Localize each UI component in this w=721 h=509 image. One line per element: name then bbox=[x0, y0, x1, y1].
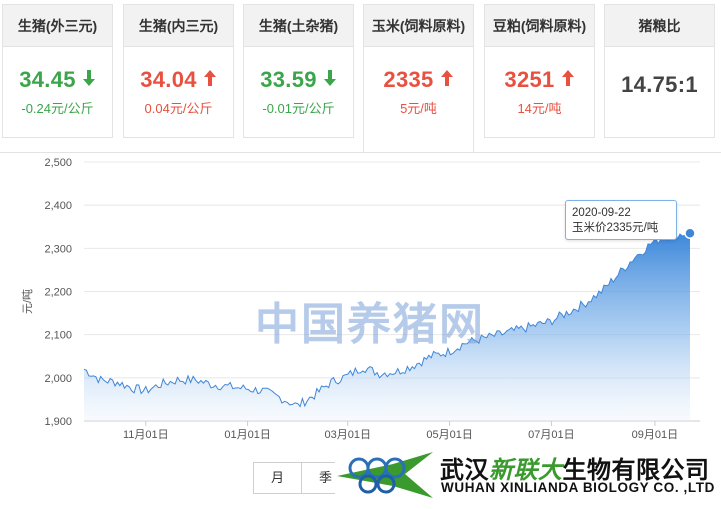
arrow-down-icon bbox=[323, 66, 337, 94]
card-value: 34.04 bbox=[124, 66, 233, 94]
y-tick-label: 1,900 bbox=[44, 416, 72, 428]
card-value-number: 14.75:1 bbox=[621, 72, 698, 97]
card-change: 14元/吨 bbox=[517, 101, 562, 116]
arrow-up-icon bbox=[203, 66, 217, 94]
card-value-number: 3251 bbox=[504, 67, 555, 92]
card-title: 生猪(内三元) bbox=[124, 5, 233, 47]
card-value-number: 34.04 bbox=[140, 67, 197, 92]
y-tick-label: 2,000 bbox=[44, 373, 72, 385]
card-change: -0.24元/公斤 bbox=[21, 101, 94, 116]
card-value: 34.45 bbox=[3, 66, 112, 94]
x-tick-label: 09月01日 bbox=[632, 429, 678, 441]
card-change: 0.04元/公斤 bbox=[144, 101, 213, 116]
data-point bbox=[684, 227, 696, 239]
y-tick-label: 2,500 bbox=[44, 157, 72, 169]
price-cards: 生猪(外三元) 34.45 -0.24元/公斤 生猪(内三元) 34.04 0.04元/… bbox=[0, 0, 721, 153]
card-value-number: 33.59 bbox=[260, 67, 317, 92]
x-tick-label: 07月01日 bbox=[528, 429, 574, 441]
x-tick-label: 11月01日 bbox=[123, 429, 169, 441]
x-tick-label: 05月01日 bbox=[426, 429, 472, 441]
arrow-down-icon bbox=[82, 66, 96, 94]
price-card[interactable]: 豆粕(饲料原料) 3251 14元/吨 bbox=[484, 4, 595, 138]
company-logo-icon bbox=[337, 452, 433, 498]
price-dashboard: 生猪(外三元) 34.45 -0.24元/公斤 生猪(内三元) 34.04 0.04元/… bbox=[0, 0, 721, 509]
card-title: 生猪(外三元) bbox=[3, 5, 112, 47]
card-change: 5元/吨 bbox=[400, 101, 437, 116]
tooltip-value: 玉米价2335元/吨 bbox=[572, 222, 659, 234]
price-card[interactable]: 生猪(内三元) 34.04 0.04元/公斤 bbox=[123, 4, 234, 138]
arrow-up-icon bbox=[440, 66, 454, 94]
card-value-number: 34.45 bbox=[19, 67, 76, 92]
y-tick-label: 2,400 bbox=[44, 200, 72, 212]
card-title: 生猪(土杂猪) bbox=[244, 5, 353, 47]
price-card[interactable]: 玉米(饲料原料) 2335 5元/吨 bbox=[363, 4, 474, 153]
card-title: 猪粮比 bbox=[605, 5, 714, 47]
card-change: -0.01元/公斤 bbox=[262, 101, 335, 116]
y-axis-label: 元/吨 bbox=[21, 289, 34, 314]
x-tick-label: 01月01日 bbox=[224, 429, 270, 441]
card-title: 玉米(饲料原料) bbox=[364, 5, 473, 47]
tab-month[interactable]: 月 bbox=[253, 462, 302, 494]
y-tick-label: 2,200 bbox=[44, 287, 72, 299]
watermark: 中国养猪网 bbox=[255, 299, 485, 350]
card-title: 豆粕(饲料原料) bbox=[485, 5, 594, 47]
price-card[interactable]: 生猪(外三元) 34.45 -0.24元/公斤 bbox=[2, 4, 113, 138]
card-value: 2335 bbox=[364, 66, 473, 94]
card-value: 3251 bbox=[485, 66, 594, 94]
tooltip-date: 2020-09-22 bbox=[572, 207, 631, 219]
company-name-en: WUHAN XINLIANDA BIOLOGY CO. ,LTD bbox=[441, 480, 715, 495]
arrow-up-icon bbox=[561, 66, 575, 94]
x-tick-label: 03月01日 bbox=[325, 429, 371, 441]
card-value-number: 2335 bbox=[383, 67, 434, 92]
y-tick-label: 2,300 bbox=[44, 243, 72, 255]
card-value: 14.75:1 bbox=[605, 71, 714, 99]
card-value: 33.59 bbox=[244, 66, 353, 94]
price-card[interactable]: 猪粮比 14.75:1 bbox=[604, 4, 715, 138]
chart-tooltip: 2020-09-22 玉米价2335元/吨 bbox=[565, 200, 677, 240]
y-tick-label: 2,100 bbox=[44, 330, 72, 342]
company-logo: 武汉新联大生物有限公司 WUHAN XINLIANDA BIOLOGY CO. … bbox=[335, 446, 721, 508]
price-card[interactable]: 生猪(土杂猪) 33.59 -0.01元/公斤 bbox=[243, 4, 354, 138]
